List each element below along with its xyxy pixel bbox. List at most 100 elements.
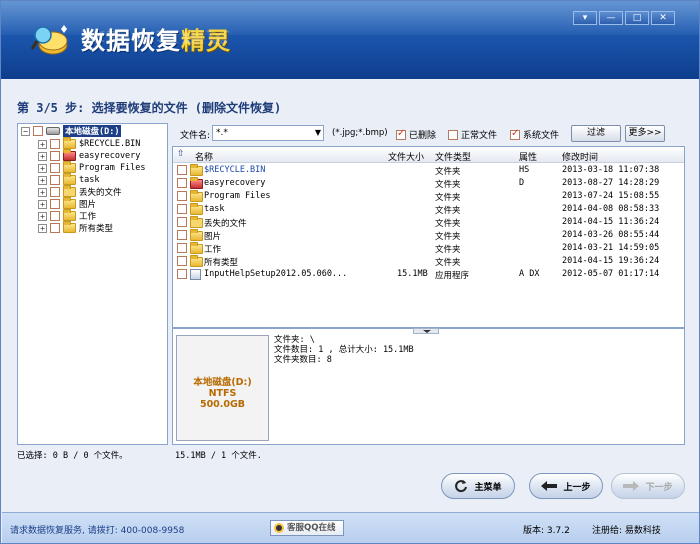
file-list[interactable]: ⇧ 名称 文件大小 文件类型 属性 修改时间 $RECYCLE.BIN 文件夹 … xyxy=(172,146,685,328)
filter-button[interactable]: 过滤 xyxy=(571,125,621,142)
column-time[interactable]: 修改时间 xyxy=(562,150,598,163)
row-checkbox[interactable] xyxy=(177,178,187,188)
file-name: task xyxy=(204,204,225,214)
tree-checkbox[interactable] xyxy=(50,151,60,161)
disk-fs: NTFS xyxy=(208,388,237,399)
column-type[interactable]: 文件类型 xyxy=(435,150,471,163)
file-row[interactable]: task 文件夹 2014-04-08 08:58:33 xyxy=(173,203,684,216)
deleted-checkbox[interactable] xyxy=(396,128,406,140)
file-list-header: ⇧ 名称 文件大小 文件类型 属性 修改时间 xyxy=(173,147,684,163)
tree-item-label[interactable]: 丢失的文件 xyxy=(79,186,122,198)
tree-item[interactable]: + Program Files xyxy=(38,161,146,174)
file-row[interactable]: 工作 文件夹 2014-03-21 14:59:05 xyxy=(173,242,684,255)
folder-icon xyxy=(190,242,203,254)
file-row[interactable]: 图片 文件夹 2014-03-26 08:55:44 xyxy=(173,229,684,242)
file-row[interactable]: easyrecovery 文件夹 D 2013-08-27 14:28:29 xyxy=(173,177,684,190)
row-checkbox[interactable] xyxy=(177,165,187,175)
main-menu-button[interactable]: 主菜单 xyxy=(441,473,515,499)
file-row[interactable]: 丢失的文件 文件夹 2014-04-15 11:36:24 xyxy=(173,216,684,229)
row-checkbox[interactable] xyxy=(177,204,187,214)
column-name[interactable]: 名称 xyxy=(195,150,213,163)
column-size[interactable]: 文件大小 xyxy=(388,150,424,163)
tree-checkbox[interactable] xyxy=(50,139,60,149)
file-attr: HS xyxy=(519,165,530,175)
tree-root[interactable]: − 本地磁盘(D:) xyxy=(21,125,122,137)
row-checkbox[interactable] xyxy=(177,217,187,227)
qq-penguin-icon xyxy=(274,523,284,533)
tree-root-label[interactable]: 本地磁盘(D:) xyxy=(63,125,122,137)
expand-icon[interactable]: + xyxy=(38,211,47,221)
tree-item-label[interactable]: $RECYCLE.BIN xyxy=(79,139,140,149)
tree-checkbox[interactable] xyxy=(50,175,60,185)
pane-splitter[interactable] xyxy=(413,328,439,334)
row-checkbox[interactable] xyxy=(177,269,187,279)
tree-item[interactable]: + easyrecovery xyxy=(38,149,140,162)
expand-icon[interactable]: + xyxy=(38,223,47,233)
expand-icon[interactable]: + xyxy=(38,139,47,149)
row-checkbox[interactable] xyxy=(177,230,187,240)
tree-item[interactable]: + $RECYCLE.BIN xyxy=(38,137,140,150)
tree-checkbox[interactable] xyxy=(50,211,60,221)
close-button[interactable]: ✕ xyxy=(651,11,675,25)
tree-item[interactable]: + 丢失的文件 xyxy=(38,185,122,198)
info-folder-count: 文件夹数目: 8 xyxy=(274,355,332,365)
normal-filter[interactable]: 正常文件 xyxy=(448,128,497,141)
tree-checkbox[interactable] xyxy=(50,223,60,233)
row-checkbox[interactable] xyxy=(177,191,187,201)
maximize-button[interactable]: □ xyxy=(625,11,649,25)
folder-icon xyxy=(63,173,76,185)
app-title-reflection-part2: 精灵 xyxy=(181,28,231,46)
tree-item-label[interactable]: easyrecovery xyxy=(79,151,140,161)
expand-icon[interactable]: + xyxy=(38,187,47,197)
expand-icon[interactable]: + xyxy=(38,151,47,161)
tree-checkbox[interactable] xyxy=(33,126,43,136)
normal-checkbox[interactable] xyxy=(448,129,458,140)
expand-icon[interactable]: + xyxy=(38,175,47,185)
more-button[interactable]: 更多>> xyxy=(625,125,665,142)
tree-item-label[interactable]: 所有类型 xyxy=(79,222,113,234)
file-row[interactable]: $RECYCLE.BIN 文件夹 HS 2013-03-18 11:07:38 xyxy=(173,164,684,177)
disk-size: 500.0GB xyxy=(199,399,246,410)
next-step-button[interactable]: 下一步 xyxy=(611,473,685,499)
collapse-icon[interactable]: − xyxy=(21,126,30,136)
minimize-button[interactable]: — xyxy=(599,11,623,25)
row-checkbox[interactable] xyxy=(177,243,187,253)
file-type: 文件夹 xyxy=(435,232,461,242)
tree-item-label[interactable]: task xyxy=(79,175,99,185)
filename-hint: (*.jpg;*.bmp) xyxy=(332,128,388,138)
folder-tree[interactable]: − 本地磁盘(D:) + $RECYCLE.BIN + easyrecovery… xyxy=(17,123,168,445)
drive-icon xyxy=(46,127,60,135)
tree-item-label[interactable]: Program Files xyxy=(79,163,146,173)
dropdown-arrow-icon[interactable]: ▼ xyxy=(315,126,321,140)
prev-step-button[interactable]: 上一步 xyxy=(529,473,603,499)
folder-icon xyxy=(190,164,203,176)
column-attr[interactable]: 属性 xyxy=(519,150,537,163)
tree-item-label[interactable]: 图片 xyxy=(79,198,96,210)
tree-checkbox[interactable] xyxy=(50,163,60,173)
file-row[interactable]: 所有类型 文件夹 2014-04-15 19:36:24 xyxy=(173,255,684,268)
filename-label: 文件名: xyxy=(180,131,211,141)
system-checkbox[interactable] xyxy=(510,128,520,140)
expand-icon[interactable]: + xyxy=(38,199,47,209)
qq-online-button[interactable]: 客服QQ在线 xyxy=(270,520,344,536)
file-time: 2014-04-08 08:58:33 xyxy=(562,204,660,214)
system-filter[interactable]: 系统文件 xyxy=(510,128,559,141)
row-checkbox[interactable] xyxy=(177,256,187,266)
file-type: 文件夹 xyxy=(435,206,461,216)
deleted-filter[interactable]: 已删除 xyxy=(396,128,436,141)
tree-item-label[interactable]: 工作 xyxy=(79,210,96,222)
file-row[interactable]: Program Files 文件夹 2013-07-24 15:08:55 xyxy=(173,190,684,203)
tree-item[interactable]: + 所有类型 xyxy=(38,221,113,234)
app-window: 数据恢复精灵 数据恢复精灵 ▾ — □ ✕ 第 3/5 步: 选择要恢复的文件 … xyxy=(0,0,700,544)
arrow-right-icon xyxy=(623,481,640,491)
filename-value: *.* xyxy=(216,128,228,138)
file-row[interactable]: InputHelpSetup2012.05.060... 15.1MB 应用程序… xyxy=(173,268,684,281)
file-time: 2012-05-07 01:17:14 xyxy=(562,269,660,279)
select-all-arrow-icon[interactable]: ⇧ xyxy=(177,149,185,159)
dropdown-menu-button[interactable]: ▾ xyxy=(573,11,597,25)
tree-checkbox[interactable] xyxy=(50,199,60,209)
tree-checkbox[interactable] xyxy=(50,187,60,197)
expand-icon[interactable]: + xyxy=(38,163,47,173)
file-time: 2014-04-15 11:36:24 xyxy=(562,217,660,227)
filename-combobox[interactable]: *.* ▼ xyxy=(212,125,324,141)
